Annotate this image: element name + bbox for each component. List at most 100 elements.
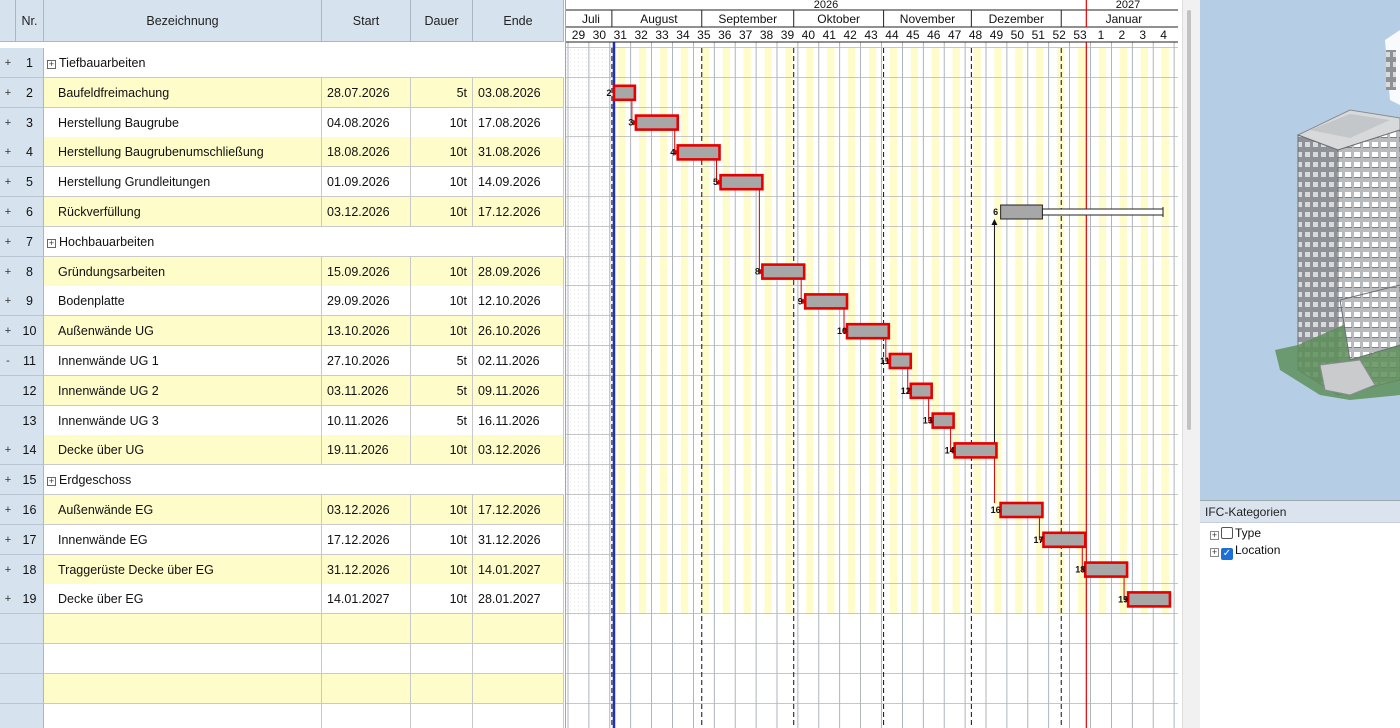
cell-dauer[interactable]: 10t [411,257,473,287]
row-number[interactable]: 8 [16,257,44,287]
cell-start[interactable]: 28.07.2026 [322,78,411,108]
row-number[interactable]: 18 [16,555,44,585]
cell-ende[interactable]: 14.01.2027 [473,555,564,585]
cell-start[interactable]: 29.09.2026 [322,286,411,316]
row-expand-toggle[interactable]: + [0,495,16,525]
cell-ende[interactable]: 03.08.2026 [473,78,564,108]
row-number[interactable]: 3 [16,108,44,138]
cell-ende[interactable]: 31.12.2026 [473,525,564,555]
cell-ende[interactable]: 28.09.2026 [473,257,564,287]
empty-cell[interactable] [473,644,564,674]
cell-dauer[interactable]: 10t [411,495,473,525]
cell-bezeichnung[interactable]: Baufeldfreimachung [44,78,322,108]
empty-cell[interactable] [322,644,411,674]
cell-dauer[interactable]: 10t [411,584,473,614]
cell-ende[interactable]: 28.01.2027 [473,584,564,614]
expand-icon[interactable]: + [47,60,56,69]
cell-ende[interactable]: 16.11.2026 [473,406,564,436]
row-expand-toggle[interactable]: + [0,525,16,555]
cell-dauer[interactable]: 10t [411,197,473,227]
cell-ende[interactable]: 14.09.2026 [473,167,564,197]
cell-bezeichnung[interactable]: Außenwände UG [44,316,322,346]
cell-start[interactable]: 13.10.2026 [322,316,411,346]
row-number[interactable]: 6 [16,197,44,227]
cell-bezeichnung[interactable]: Rückverfüllung [44,197,322,227]
ifc-item-type[interactable]: + Type [1200,525,1400,542]
header-ende[interactable]: Ende [473,0,564,42]
cell-dauer[interactable]: 10t [411,435,473,465]
row-number[interactable]: 17 [16,525,44,555]
cell-dauer[interactable]: 10t [411,167,473,197]
cell-bezeichnung[interactable]: Innenwände UG 2 [44,376,322,406]
cell-ende[interactable]: 09.11.2026 [473,376,564,406]
empty-cell[interactable] [322,704,411,728]
3d-model-viewer[interactable] [1200,0,1400,500]
cell-dauer[interactable]: 5t [411,78,473,108]
cell-dauer[interactable]: 10t [411,137,473,167]
header-bezeichnung[interactable]: Bezeichnung [44,0,322,42]
cell-bezeichnung[interactable]: Herstellung Baugrubenumschließung [44,137,322,167]
row-expand-toggle[interactable]: + [0,137,16,167]
empty-cell[interactable] [411,674,473,704]
cell-start[interactable]: 19.11.2026 [322,435,411,465]
cell-start[interactable]: 15.09.2026 [322,257,411,287]
cell-start[interactable]: 10.11.2026 [322,406,411,436]
header-start[interactable]: Start [322,0,411,42]
empty-cell[interactable] [44,614,322,644]
row-expand-toggle[interactable]: + [0,316,16,346]
row-number[interactable]: 1 [16,48,44,78]
group-row[interactable]: + Hochbauarbeiten [44,227,564,257]
cell-start[interactable]: 03.12.2026 [322,197,411,227]
cell-bezeichnung[interactable]: Innenwände EG [44,525,322,555]
expand-icon[interactable]: + [47,239,56,248]
row-expand-toggle[interactable]: - [0,346,16,376]
cell-ende[interactable]: 03.12.2026 [473,435,564,465]
cell-dauer[interactable]: 5t [411,376,473,406]
empty-cell[interactable] [473,704,564,728]
row-expand-toggle[interactable]: + [0,227,16,257]
cell-start[interactable]: 03.12.2026 [322,495,411,525]
row-expand-toggle[interactable]: + [0,197,16,227]
header-nr[interactable]: Nr. [16,0,44,42]
cell-bezeichnung[interactable]: Traggerüste Decke über EG [44,555,322,585]
cell-dauer[interactable]: 10t [411,108,473,138]
cell-bezeichnung[interactable]: Decke über UG [44,435,322,465]
cell-dauer[interactable]: 10t [411,286,473,316]
empty-cell[interactable] [473,674,564,704]
row-number[interactable]: 2 [16,78,44,108]
row-expand-toggle[interactable]: + [0,435,16,465]
empty-cell[interactable] [322,614,411,644]
type-checkbox[interactable] [1221,527,1233,539]
cell-bezeichnung[interactable]: Decke über EG [44,584,322,614]
row-number[interactable]: 15 [16,465,44,495]
empty-cell[interactable] [411,644,473,674]
expand-icon[interactable]: + [47,477,56,486]
row-expand-toggle[interactable]: + [0,48,16,78]
row-number[interactable]: 9 [16,286,44,316]
empty-cell[interactable] [44,674,322,704]
vertical-scrollbar[interactable] [1182,0,1200,728]
row-number[interactable]: 10 [16,316,44,346]
cell-bezeichnung[interactable]: Herstellung Baugrube [44,108,322,138]
cell-dauer[interactable]: 5t [411,346,473,376]
cell-bezeichnung[interactable]: Außenwände EG [44,495,322,525]
empty-cell[interactable] [411,704,473,728]
ifc-item-location[interactable]: + ✓ Location [1200,542,1400,560]
empty-cell[interactable] [411,614,473,644]
row-expand-toggle[interactable]: + [0,78,16,108]
cell-bezeichnung[interactable]: Innenwände UG 1 [44,346,322,376]
gantt-chart[interactable]: 2026 2027 Juli August September Oktober Novemb… [565,0,1178,728]
row-expand-toggle[interactable]: + [0,286,16,316]
row-expand-toggle[interactable]: + [0,257,16,287]
cell-dauer[interactable]: 10t [411,316,473,346]
cell-ende[interactable]: 31.08.2026 [473,137,564,167]
group-row[interactable]: + Tiefbauarbeiten [44,48,564,78]
tree-expand-icon[interactable]: + [1210,531,1219,540]
cell-ende[interactable]: 17.08.2026 [473,108,564,138]
header-dauer[interactable]: Dauer [411,0,473,42]
row-expand-toggle[interactable]: + [0,584,16,614]
cell-dauer[interactable]: 10t [411,555,473,585]
cell-bezeichnung[interactable]: Bodenplatte [44,286,322,316]
empty-cell[interactable] [473,614,564,644]
cell-start[interactable]: 17.12.2026 [322,525,411,555]
